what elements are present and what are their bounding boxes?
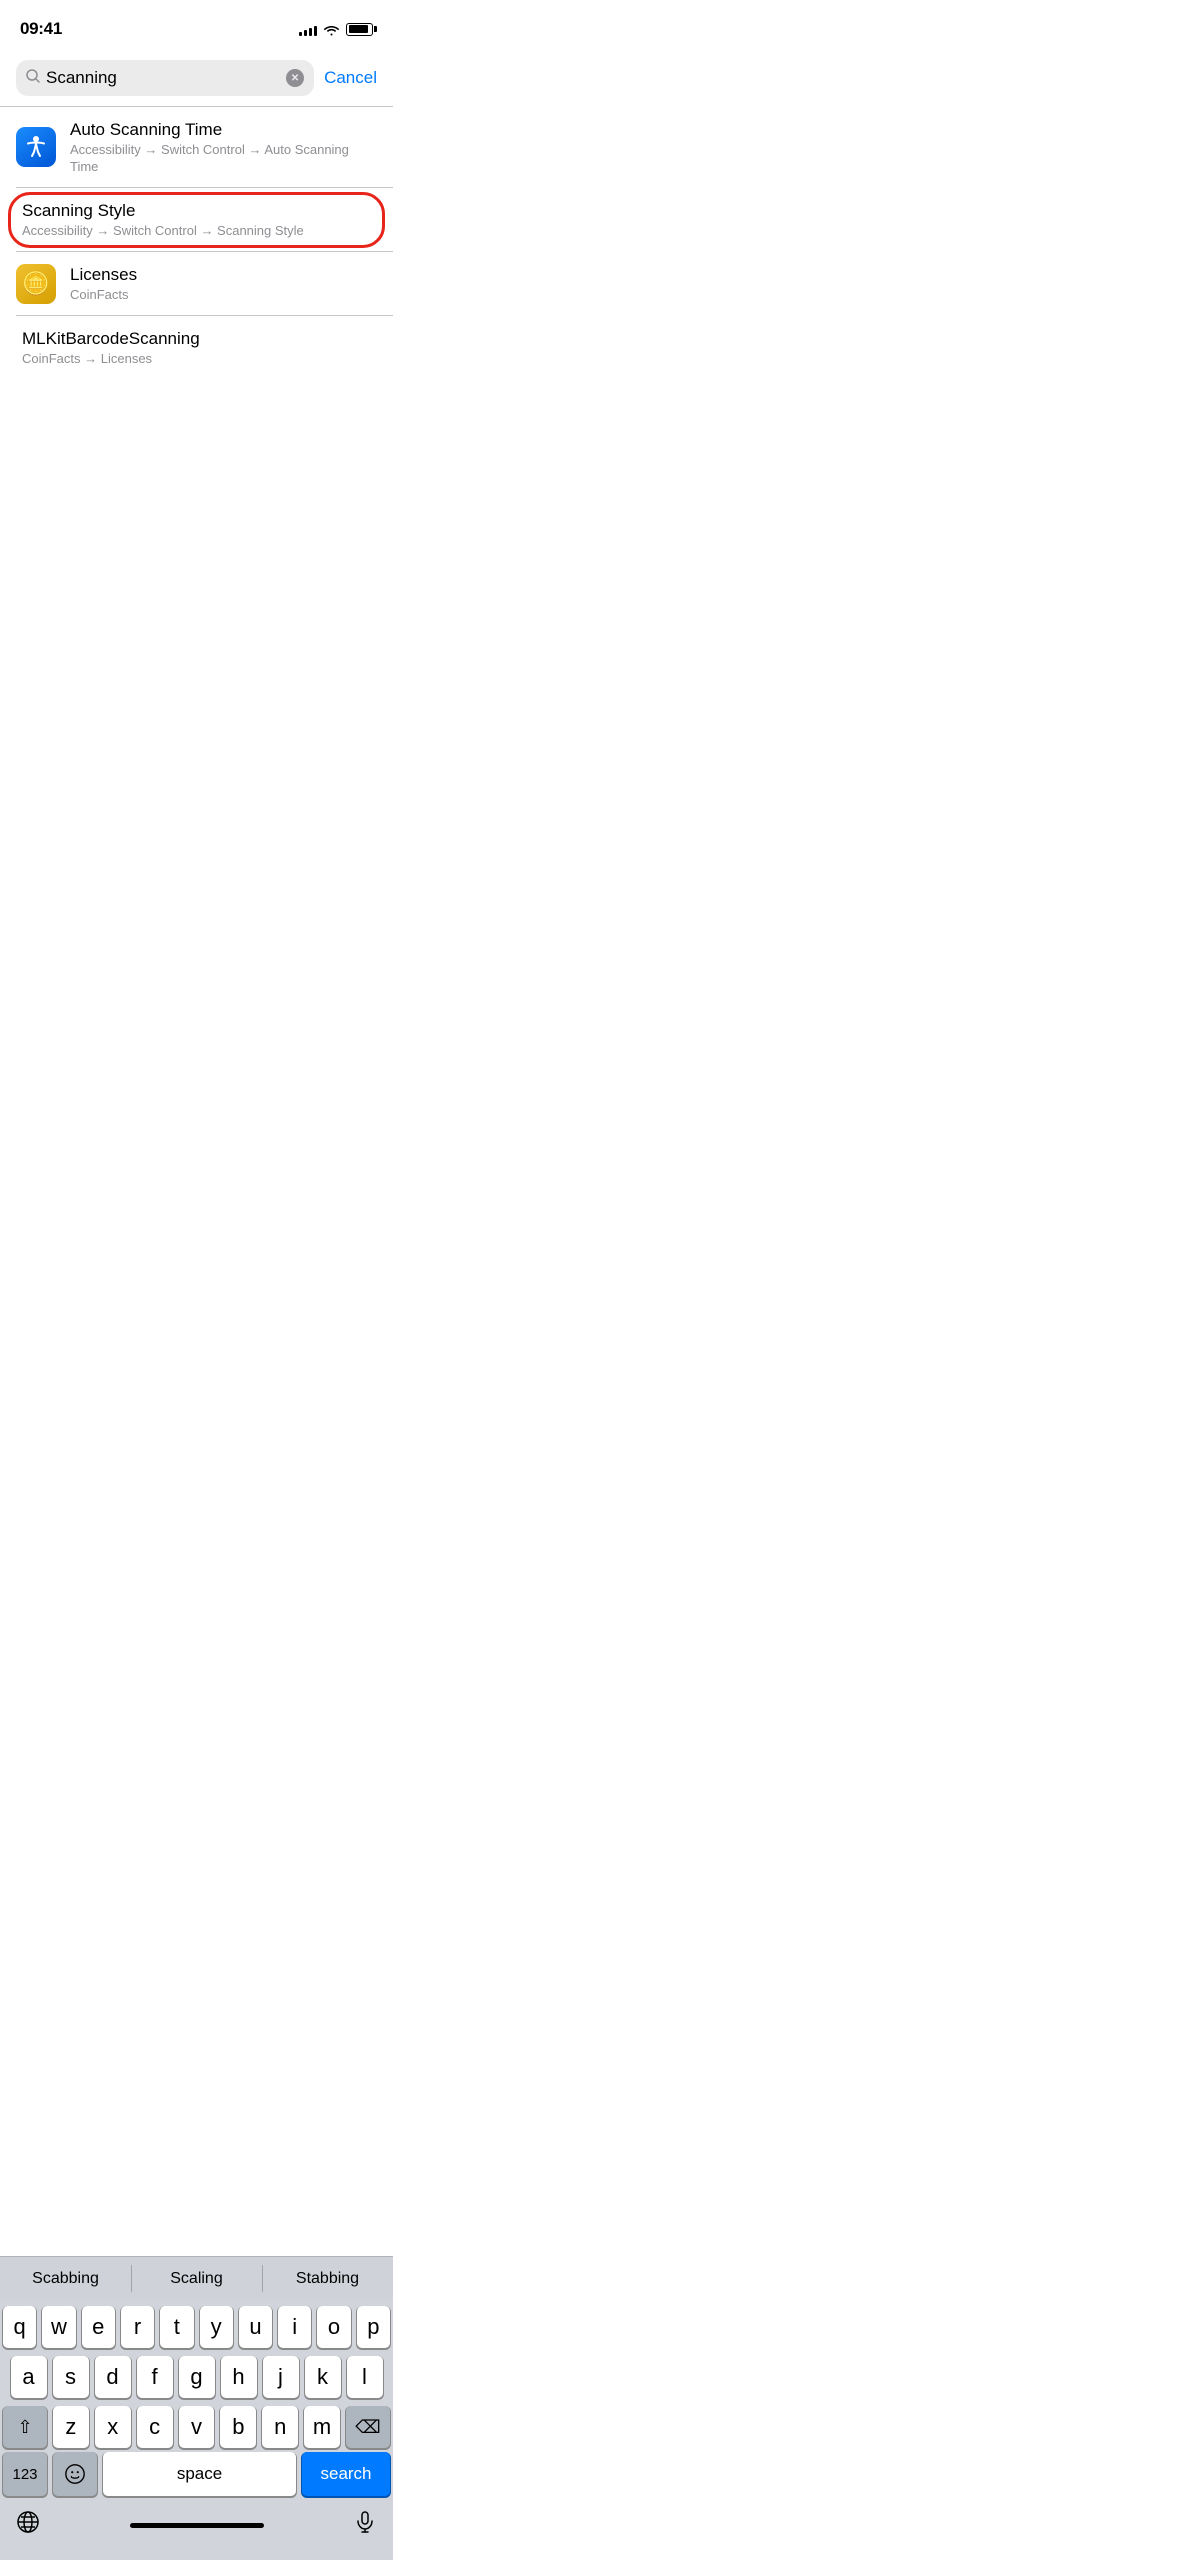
item-subtitle: CoinFacts → Licenses: [22, 351, 377, 368]
wifi-icon: [323, 23, 340, 36]
list-item[interactable]: MLKitBarcodeScanning CoinFacts → License…: [0, 316, 393, 380]
key-m[interactable]: m: [304, 2406, 340, 2448]
accessibility-icon: [16, 127, 56, 167]
key-x[interactable]: x: [95, 2406, 131, 2448]
home-indicator: [130, 2523, 264, 2528]
emoji-key[interactable]: [53, 2452, 97, 2496]
item-title: Scanning Style: [22, 200, 377, 222]
signal-bar-2: [304, 30, 307, 36]
autocomplete-bar: Scabbing Scaling Stabbing: [0, 2256, 393, 2300]
coinfacts-icon: 🪙: [16, 264, 56, 304]
key-l[interactable]: l: [347, 2356, 383, 2398]
search-icon: [26, 69, 40, 87]
keyboard-rows: q w e r t y u i o p a s d f g h j k l ⇧ …: [0, 2300, 393, 2452]
shift-key[interactable]: ⇧: [3, 2406, 47, 2448]
autocomplete-suggestion-2[interactable]: Scaling: [131, 2257, 262, 2300]
globe-icon[interactable]: [16, 2510, 40, 2540]
delete-key[interactable]: ⌫: [346, 2406, 390, 2448]
keyboard: Scabbing Scaling Stabbing q w e r t y u …: [0, 2256, 393, 2560]
key-s[interactable]: s: [53, 2356, 89, 2398]
key-d[interactable]: d: [95, 2356, 131, 2398]
signal-bars-icon: [299, 23, 317, 36]
item-text: Scanning Style Accessibility → Switch Co…: [16, 200, 377, 240]
search-input[interactable]: [46, 68, 280, 88]
key-h[interactable]: h: [221, 2356, 257, 2398]
status-time: 09:41: [20, 19, 62, 39]
list-item[interactable]: Scanning Style Accessibility → Switch Co…: [0, 188, 393, 252]
key-v[interactable]: v: [179, 2406, 215, 2448]
space-key[interactable]: space: [103, 2452, 296, 2496]
key-e[interactable]: e: [82, 2306, 115, 2348]
item-title: MLKitBarcodeScanning: [22, 328, 377, 350]
key-b[interactable]: b: [220, 2406, 256, 2448]
keyboard-bottom-bar: [0, 2502, 393, 2560]
key-y[interactable]: y: [200, 2306, 233, 2348]
key-j[interactable]: j: [263, 2356, 299, 2398]
search-area: Cancel: [0, 50, 393, 106]
list-item[interactable]: Auto Scanning Time Accessibility → Switc…: [0, 107, 393, 188]
key-row-2: a s d f g h j k l: [3, 2356, 390, 2398]
microphone-icon[interactable]: [353, 2510, 377, 2540]
item-text: Auto Scanning Time Accessibility → Switc…: [70, 119, 377, 176]
key-a[interactable]: a: [11, 2356, 47, 2398]
battery-fill: [349, 25, 369, 33]
key-t[interactable]: t: [160, 2306, 193, 2348]
results-list: Auto Scanning Time Accessibility → Switc…: [0, 107, 393, 380]
key-k[interactable]: k: [305, 2356, 341, 2398]
key-c[interactable]: c: [137, 2406, 173, 2448]
item-title: Auto Scanning Time: [70, 119, 377, 141]
status-bar: 09:41: [0, 0, 393, 50]
signal-bar-4: [314, 26, 317, 36]
item-subtitle: Accessibility → Switch Control → Scannin…: [22, 223, 377, 240]
key-r[interactable]: r: [121, 2306, 154, 2348]
signal-bar-1: [299, 32, 302, 36]
autocomplete-suggestion-1[interactable]: Scabbing: [0, 2257, 131, 2300]
item-text: Licenses CoinFacts: [70, 264, 377, 304]
search-bar[interactable]: [16, 60, 314, 96]
autocomplete-suggestion-3[interactable]: Stabbing: [262, 2257, 393, 2300]
list-item[interactable]: 🪙 Licenses CoinFacts: [0, 252, 393, 316]
item-subtitle: Accessibility → Switch Control → Auto Sc…: [70, 142, 377, 176]
key-w[interactable]: w: [42, 2306, 75, 2348]
signal-bar-3: [309, 28, 312, 36]
key-p[interactable]: p: [357, 2306, 390, 2348]
key-g[interactable]: g: [179, 2356, 215, 2398]
key-row-3: ⇧ z x c v b n m ⌫: [3, 2406, 390, 2448]
item-subtitle: CoinFacts: [70, 287, 377, 304]
item-title: Licenses: [70, 264, 377, 286]
accessibility-symbol: [23, 134, 49, 160]
clear-button[interactable]: [286, 69, 304, 87]
key-row-1: q w e r t y u i o p: [3, 2306, 390, 2348]
key-z[interactable]: z: [53, 2406, 89, 2448]
key-i[interactable]: i: [278, 2306, 311, 2348]
cancel-button[interactable]: Cancel: [324, 68, 377, 88]
key-n[interactable]: n: [262, 2406, 298, 2448]
search-key[interactable]: search: [302, 2452, 390, 2496]
numbers-key[interactable]: 123: [3, 2452, 47, 2496]
key-f[interactable]: f: [137, 2356, 173, 2398]
key-u[interactable]: u: [239, 2306, 272, 2348]
item-text: MLKitBarcodeScanning CoinFacts → License…: [16, 328, 377, 368]
key-o[interactable]: o: [317, 2306, 350, 2348]
battery-icon: [346, 23, 373, 36]
bottom-key-row: 123 space search: [0, 2452, 393, 2502]
key-q[interactable]: q: [3, 2306, 36, 2348]
status-icons: [299, 23, 373, 36]
